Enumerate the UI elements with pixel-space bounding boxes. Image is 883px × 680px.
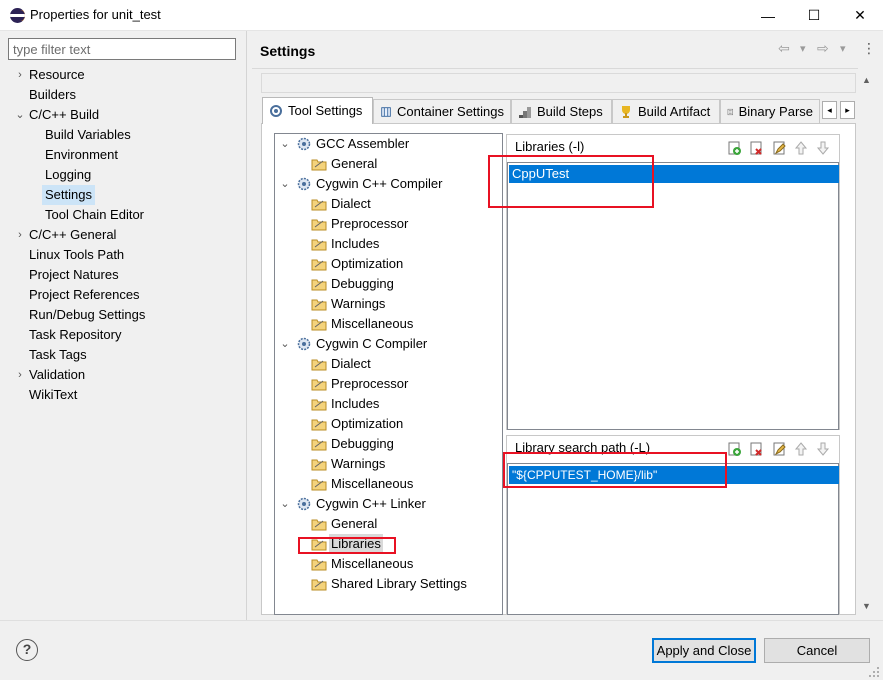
options-folder-icon xyxy=(311,379,327,391)
move-up-icon[interactable] xyxy=(793,441,809,457)
tree-item-builders[interactable]: Builders xyxy=(29,85,76,105)
delete-icon[interactable] xyxy=(748,140,764,156)
eclipse-icon xyxy=(10,8,25,23)
chevron-down-icon[interactable]: ⌄ xyxy=(279,174,291,194)
options-folder-icon xyxy=(311,559,327,571)
back-dropdown-icon[interactable]: ▾ xyxy=(800,42,806,55)
options-folder-icon xyxy=(311,359,327,371)
options-folder-icon xyxy=(311,279,327,291)
tree-item-project-natures[interactable]: Project Natures xyxy=(29,265,119,285)
options-folder-icon xyxy=(311,259,327,271)
delete-icon[interactable] xyxy=(748,441,764,457)
container-icon xyxy=(381,106,391,117)
page-scrollbar[interactable]: ▲ ▼ xyxy=(858,72,875,615)
scroll-up-icon[interactable]: ▲ xyxy=(858,72,875,89)
options-folder-icon xyxy=(311,239,327,251)
move-up-icon[interactable] xyxy=(793,140,809,156)
tree-item-tool-chain-editor[interactable]: Tool Chain Editor xyxy=(45,205,144,225)
chevron-right-icon[interactable]: › xyxy=(14,65,26,85)
page-title: Settings xyxy=(260,43,316,59)
tree-item-resource[interactable]: › Resource xyxy=(14,65,84,85)
tree-item-cpp-build[interactable]: ⌄ C/C++ Build xyxy=(14,105,99,125)
tab-build-artifact[interactable]: Build Artifact xyxy=(612,99,720,123)
configuration-area xyxy=(261,73,856,93)
options-folder-icon xyxy=(311,479,327,491)
scroll-down-icon[interactable]: ▼ xyxy=(858,598,875,615)
options-folder-icon xyxy=(311,399,327,411)
tool-settings-icon xyxy=(270,105,282,117)
tree-item-cpp-general[interactable]: › C/C++ General xyxy=(14,225,116,245)
move-down-icon[interactable] xyxy=(815,140,831,156)
tree-item-validation[interactable]: › Validation xyxy=(14,365,85,385)
property-pages-tree: › Resource Builders ⌄ C/C++ Build Build Va… xyxy=(0,64,246,620)
move-down-icon[interactable] xyxy=(815,441,831,457)
forward-dropdown-icon[interactable]: ▾ xyxy=(840,42,846,55)
tree-item-settings[interactable]: Settings xyxy=(42,185,95,205)
apply-and-close-button[interactable]: Apply and Close xyxy=(652,638,756,663)
chevron-down-icon[interactable]: ⌄ xyxy=(279,494,291,514)
add-icon[interactable] xyxy=(726,140,742,156)
options-folder-icon xyxy=(311,159,327,171)
minimize-button[interactable]: — xyxy=(745,0,791,31)
tree-item-task-repository[interactable]: Task Repository xyxy=(29,325,121,345)
close-button[interactable]: ✕ xyxy=(837,0,883,31)
build-steps-icon xyxy=(519,106,531,118)
back-icon[interactable]: ⇦ xyxy=(778,40,790,57)
tree-item-wikitext[interactable]: WikiText xyxy=(29,385,77,405)
options-folder-icon xyxy=(311,299,327,311)
tab-scroll-left-icon[interactable]: ◂ xyxy=(822,101,837,119)
highlight-box xyxy=(503,452,727,488)
tab-binary-parser[interactable]: Binary Parse xyxy=(720,99,820,123)
tree-item-project-references[interactable]: Project References xyxy=(29,285,140,305)
tool-gear-icon xyxy=(297,137,311,151)
options-folder-icon xyxy=(311,579,327,591)
title-bar: Properties for unit_test — ☐ ✕ xyxy=(0,0,883,31)
cancel-button[interactable]: Cancel xyxy=(764,638,870,663)
options-folder-icon xyxy=(311,319,327,331)
options-folder-icon xyxy=(311,219,327,231)
options-folder-icon xyxy=(311,419,327,431)
header-separator xyxy=(252,68,858,69)
view-menu-icon[interactable]: ⋮ xyxy=(862,40,876,57)
options-folder-icon xyxy=(311,439,327,451)
binary-icon xyxy=(727,108,733,115)
chevron-down-icon[interactable]: ⌄ xyxy=(279,134,291,154)
tool-gear-icon xyxy=(297,337,311,351)
tree-item-linux-tools-path[interactable]: Linux Tools Path xyxy=(29,245,124,265)
tree-item-logging[interactable]: Logging xyxy=(45,165,91,185)
trophy-icon xyxy=(622,105,630,118)
tool-gear-icon xyxy=(297,177,311,191)
options-folder-icon xyxy=(311,459,327,471)
filter-input[interactable] xyxy=(8,38,236,60)
add-icon[interactable] xyxy=(726,441,742,457)
help-icon[interactable]: ? xyxy=(16,639,38,661)
tree-item-run-debug-settings[interactable]: Run/Debug Settings xyxy=(29,305,145,325)
resize-grip-icon[interactable] xyxy=(868,666,880,678)
sash[interactable] xyxy=(246,31,247,620)
edit-icon[interactable] xyxy=(771,441,787,457)
tree-item-task-tags[interactable]: Task Tags xyxy=(29,345,87,365)
tree-item-build-variables[interactable]: Build Variables xyxy=(45,125,131,145)
highlight-box xyxy=(298,537,396,554)
tab-scroll-right-icon[interactable]: ▸ xyxy=(840,101,855,119)
tree-item-environment[interactable]: Environment xyxy=(45,145,118,165)
tool-gear-icon xyxy=(297,497,311,511)
window-title: Properties for unit_test xyxy=(30,7,161,22)
options-folder-icon xyxy=(311,519,327,531)
tab-tool-settings[interactable]: Tool Settings xyxy=(262,97,373,124)
edit-icon[interactable] xyxy=(771,140,787,156)
options-folder-icon xyxy=(311,199,327,211)
libraries-label: Libraries (-l) xyxy=(515,139,585,154)
highlight-box xyxy=(488,155,654,208)
chevron-right-icon[interactable]: › xyxy=(14,225,26,245)
forward-icon[interactable]: ⇨ xyxy=(817,40,829,57)
chevron-right-icon[interactable]: › xyxy=(14,365,26,385)
tab-build-steps[interactable]: Build Steps xyxy=(511,99,612,123)
maximize-button[interactable]: ☐ xyxy=(791,0,837,31)
chevron-down-icon[interactable]: ⌄ xyxy=(279,334,291,354)
tab-container-settings[interactable]: Container Settings xyxy=(373,99,511,123)
chevron-down-icon[interactable]: ⌄ xyxy=(14,105,26,125)
